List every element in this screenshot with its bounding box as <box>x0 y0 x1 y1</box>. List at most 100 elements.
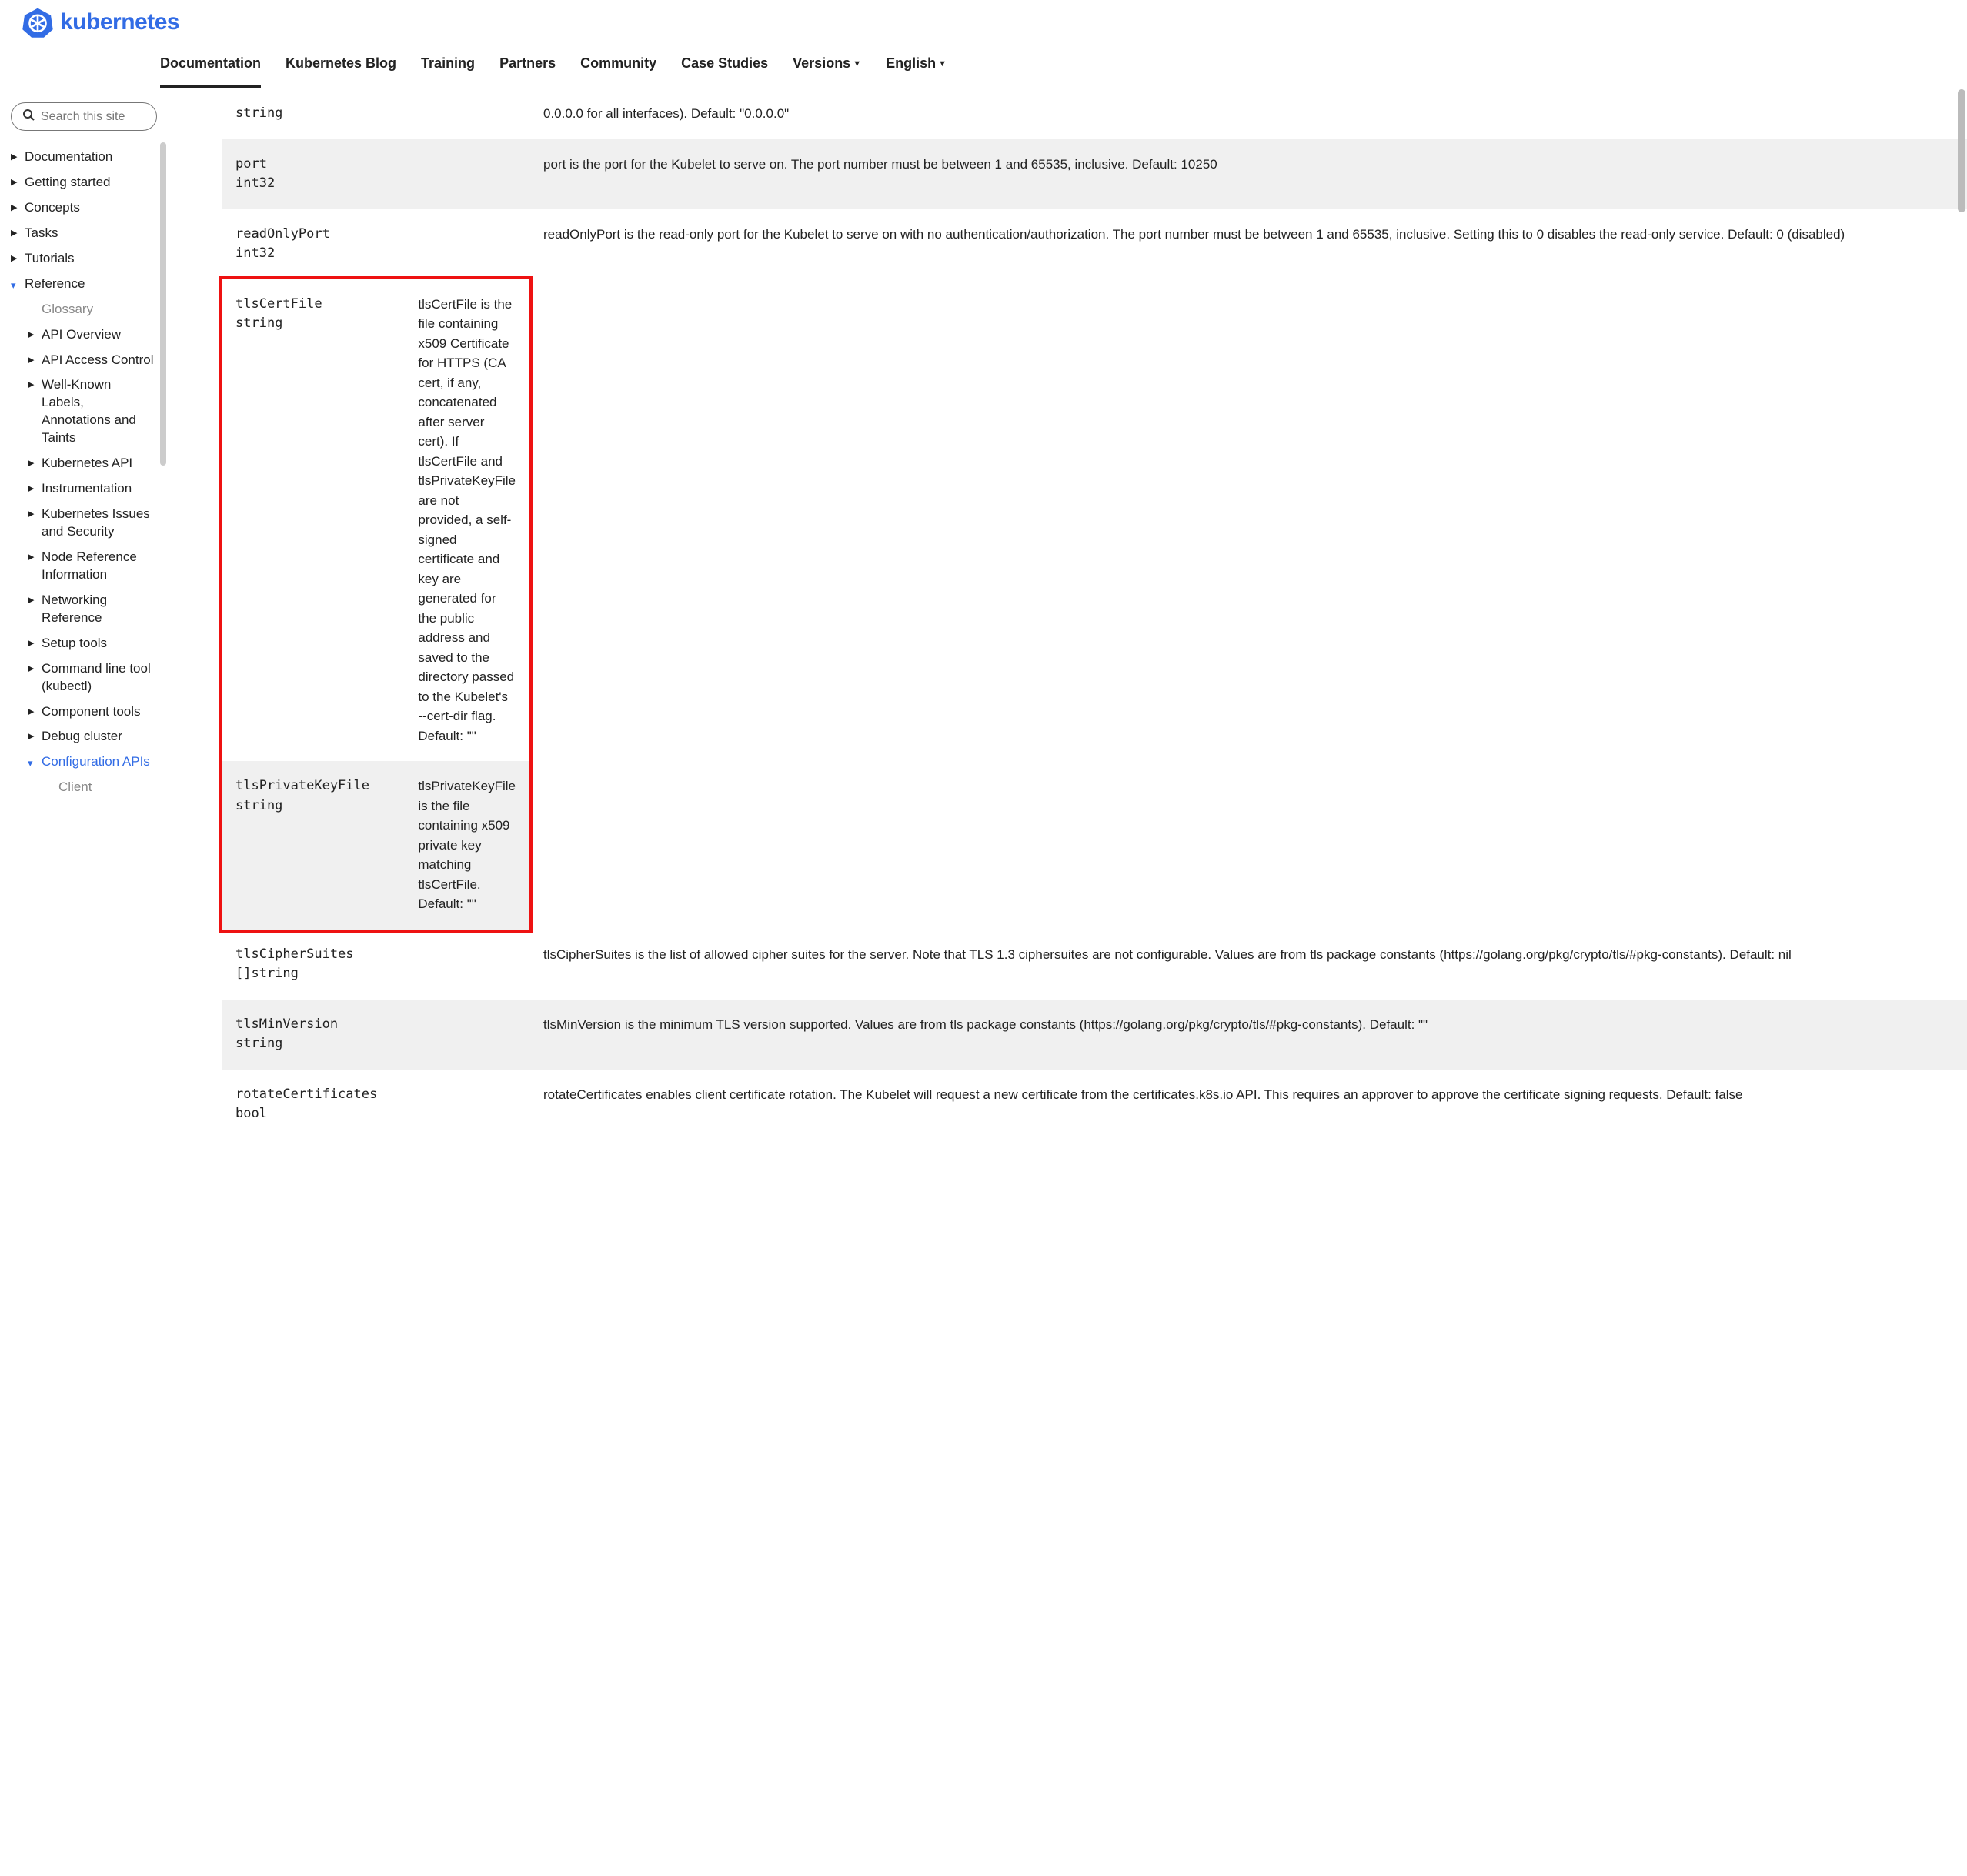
sidebar-item[interactable]: ▶Getting started <box>11 170 168 195</box>
chevron-down-icon: ▼ <box>938 59 947 68</box>
sidebar-item-label: Component tools <box>42 703 168 721</box>
sidebar-item[interactable]: ▶Kubernetes Issues and Security <box>11 502 168 545</box>
kubernetes-logo-icon <box>22 6 54 38</box>
field-name-cell: string <box>222 88 529 139</box>
field-name-cell: tlsMinVersionstring <box>222 1000 529 1070</box>
nav-kubernetes-blog[interactable]: Kubernetes Blog <box>286 43 396 88</box>
chevron-down-icon: ▾ <box>11 275 25 292</box>
chevron-down-icon: ▼ <box>853 59 861 68</box>
sidebar-item-glossary[interactable]: Glossary <box>11 297 168 322</box>
field-desc-cell: port is the port for the Kubelet to serv… <box>529 139 1967 209</box>
chevron-right-icon: ▶ <box>28 480 42 495</box>
sidebar-item-label: Instrumentation <box>42 480 168 498</box>
sidebar-item[interactable]: ▶Command line tool (kubectl) <box>11 656 168 699</box>
field-name-cell: tlsCipherSuites[]string <box>222 930 529 1000</box>
sidebar-item-label: Configuration APIs <box>42 753 168 771</box>
sidebar-item-label: Getting started <box>25 174 168 192</box>
chevron-right-icon: ▶ <box>11 250 25 265</box>
site-header: kubernetes Documentation Kubernetes Blog T… <box>0 0 1967 88</box>
chevron-right-icon: ▶ <box>11 149 25 163</box>
sidebar-item[interactable]: ▶Instrumentation <box>11 476 168 502</box>
chevron-down-icon: ▾ <box>28 753 42 770</box>
sidebar-item[interactable]: ▶API Overview <box>11 322 168 348</box>
sidebar-item[interactable]: ▶Tasks <box>11 221 168 246</box>
table-row: tlsMinVersionstringtlsMinVersion is the … <box>222 1000 1967 1070</box>
chevron-right-icon: ▶ <box>28 326 42 341</box>
sidebar-item[interactable]: ▶API Access Control <box>11 348 168 373</box>
field-desc-cell: rotateCertificates enables client certif… <box>529 1070 1967 1140</box>
chevron-right-icon: ▶ <box>11 225 25 239</box>
sidebar-scrollbar[interactable] <box>160 142 166 466</box>
field-desc-cell: readOnlyPort is the read-only port for t… <box>529 209 1967 279</box>
field-desc-cell: 0.0.0.0 for all interfaces). Default: "0… <box>529 88 1967 139</box>
nav-versions[interactable]: Versions▼ <box>793 43 861 88</box>
highlighted-rows: tlsCertFilestringtlsCertFile is the file… <box>222 279 529 930</box>
sidebar-item-label: Glossary <box>42 301 168 319</box>
sidebar-item-label: Kubernetes API <box>42 455 168 472</box>
nav-english[interactable]: English▼ <box>886 43 947 88</box>
table-row: tlsCipherSuites[]stringtlsCipherSuites i… <box>222 930 1967 1000</box>
nav-community[interactable]: Community <box>580 43 656 88</box>
sidebar-item-label: Well-Known Labels, Annotations and Taint… <box>42 376 168 447</box>
nav-case-studies[interactable]: Case Studies <box>681 43 768 88</box>
sidebar-item[interactable]: ▶Debug cluster <box>11 724 168 749</box>
page-scrollbar[interactable] <box>1958 89 1965 212</box>
sidebar-item-label: Tasks <box>25 225 168 242</box>
sidebar-item[interactable]: ▶Node Reference Information <box>11 545 168 588</box>
chevron-right-icon: ▶ <box>28 376 42 391</box>
table-row: tlsCertFilestringtlsCertFile is the file… <box>222 279 529 762</box>
sidebar-item-label: Setup tools <box>42 635 168 653</box>
 <box>28 301 42 304</box>
sidebar-item[interactable]: ▶Networking Reference <box>11 588 168 631</box>
nav-partners[interactable]: Partners <box>499 43 556 88</box>
sidebar-item-label: Node Reference Information <box>42 549 168 584</box>
search-input[interactable] <box>41 110 200 124</box>
search-box[interactable] <box>11 102 157 131</box>
table-row: tlsPrivateKeyFilestringtlsPrivateKeyFile… <box>222 761 529 930</box>
sidebar-item[interactable]: ▶Well-Known Labels, Annotations and Tain… <box>11 372 168 451</box>
sidebar-item-label: API Overview <box>42 326 168 344</box>
sidebar-item-label: Debug cluster <box>42 728 168 746</box>
sidebar-item-client[interactable]: Client <box>11 775 168 800</box>
sidebar-item-reference[interactable]: ▾Reference <box>11 272 168 297</box>
field-name-cell: readOnlyPortint32 <box>222 209 529 279</box>
table-row: string0.0.0.0 for all interfaces). Defau… <box>222 88 1967 139</box>
field-name-cell: tlsPrivateKeyFilestring <box>222 761 404 930</box>
sidebar-item-label: Networking Reference <box>42 592 168 627</box>
chevron-right-icon: ▶ <box>11 199 25 214</box>
sidebar-item[interactable]: ▶Documentation <box>11 145 168 170</box>
sidebar-item[interactable]: ▶Kubernetes API <box>11 451 168 476</box>
nav-training[interactable]: Training <box>421 43 475 88</box>
field-name-cell: rotateCertificatesbool <box>222 1070 529 1140</box>
sidebar-item-label: Concepts <box>25 199 168 217</box>
api-fields-table: string0.0.0.0 for all interfaces). Defau… <box>222 88 1967 1140</box>
chevron-right-icon: ▶ <box>28 703 42 718</box>
chevron-right-icon: ▶ <box>28 592 42 606</box>
chevron-right-icon: ▶ <box>28 660 42 675</box>
sidebar-item[interactable]: ▶Component tools <box>11 699 168 725</box>
chevron-right-icon: ▶ <box>28 506 42 520</box>
sidebar-item[interactable]: ▶Tutorials <box>11 246 168 272</box>
chevron-right-icon: ▶ <box>11 174 25 189</box>
logo[interactable]: kubernetes <box>22 6 1945 38</box>
sidebar-item-configuration-apis[interactable]: ▾Configuration APIs <box>11 749 168 775</box>
top-nav: Documentation Kubernetes Blog Training Part… <box>22 43 1945 88</box>
sidebar-item-label: Kubernetes Issues and Security <box>42 506 168 541</box>
field-desc-cell: tlsCipherSuites is the list of allowed c… <box>529 930 1967 1000</box>
sidebar-item[interactable]: ▶Concepts <box>11 195 168 221</box>
main-content: string0.0.0.0 for all interfaces). Defau… <box>168 88 1967 1140</box>
field-desc-cell: tlsMinVersion is the minimum TLS version… <box>529 1000 1967 1070</box>
table-row: portint32port is the port for the Kubele… <box>222 139 1967 209</box>
 <box>45 779 58 782</box>
chevron-right-icon: ▶ <box>28 635 42 649</box>
sidebar-item-label: Command line tool (kubectl) <box>42 660 168 696</box>
chevron-right-icon: ▶ <box>28 352 42 366</box>
field-name-cell: portint32 <box>222 139 529 209</box>
field-desc-cell: tlsPrivateKeyFile is the file containing… <box>404 761 529 930</box>
sidebar-item-label: Documentation <box>25 149 168 166</box>
nav-documentation[interactable]: Documentation <box>160 43 261 88</box>
field-desc-cell: tlsCertFile is the file containing x509 … <box>404 279 529 762</box>
table-row: readOnlyPortint32readOnlyPort is the rea… <box>222 209 1967 279</box>
sidebar-item[interactable]: ▶Setup tools <box>11 631 168 656</box>
chevron-right-icon: ▶ <box>28 455 42 469</box>
